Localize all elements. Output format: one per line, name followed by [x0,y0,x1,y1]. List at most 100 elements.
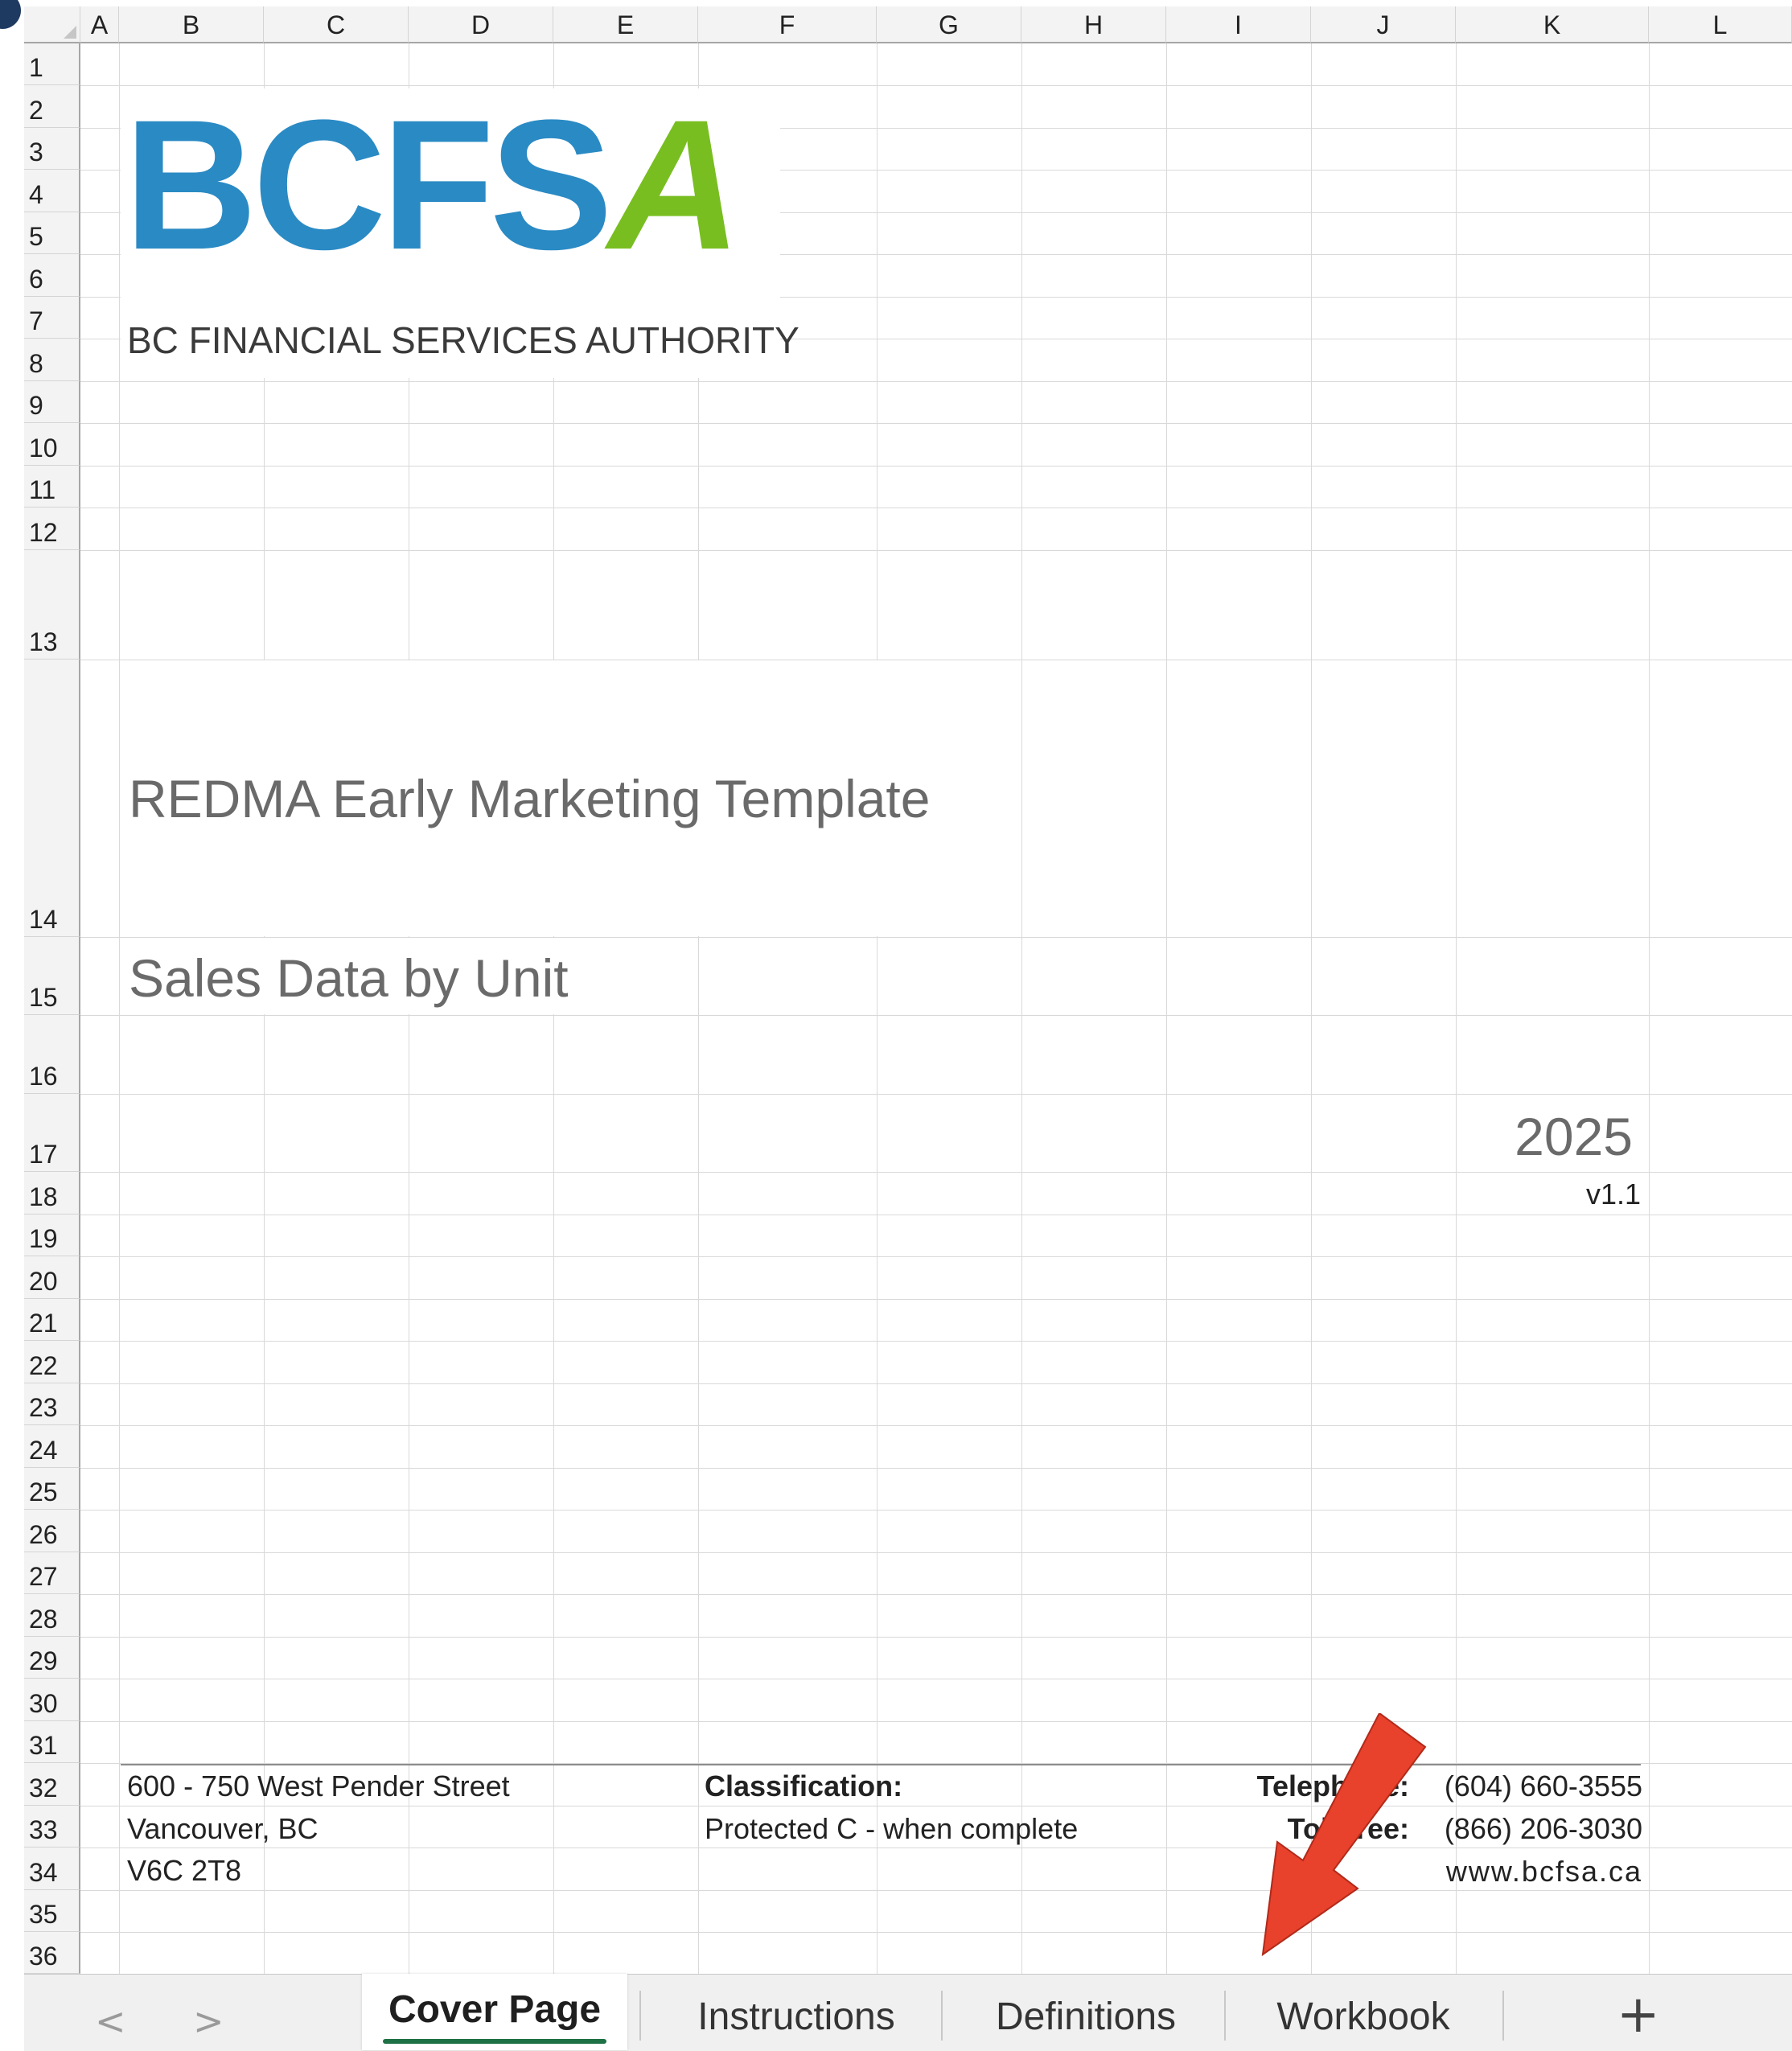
tab-separator [1502,1991,1504,2041]
column-header-i[interactable]: I [1166,6,1311,43]
gridline [80,466,1792,467]
row-header[interactable]: 10 [24,423,80,466]
address-line-3: V6C 2T8 [127,1854,242,1887]
row-header[interactable]: 3 [24,128,80,170]
gridline [80,1637,1792,1638]
gridline [80,1425,1792,1426]
gridline [1456,43,1457,1974]
gridline [1311,43,1312,1974]
row-header[interactable]: 9 [24,381,80,423]
document-subtitle: Sales Data by Unit [129,948,569,1008]
row-header[interactable]: 28 [24,1594,80,1637]
classification-value: Protected C - when complete [705,1812,1079,1845]
gridline [80,1383,1792,1384]
row-header[interactable]: 14 [24,660,80,937]
column-header-h[interactable]: H [1021,6,1166,43]
gridline [1166,43,1167,1974]
gridline [80,1094,1792,1095]
row-header[interactable]: 2 [24,85,80,128]
address-line-2: Vancouver, BC [127,1812,319,1845]
row-header[interactable]: 30 [24,1679,80,1721]
gridline [80,1015,1792,1016]
row-header[interactable]: 7 [24,297,80,339]
row-header[interactable]: 24 [24,1425,80,1468]
tollfree-value: (866) 206-3030 [1444,1812,1642,1845]
column-header-e[interactable]: E [553,6,698,43]
address-line-1: 600 - 750 West Pender Street [127,1769,510,1802]
row-header[interactable]: 1 [24,43,80,85]
row-header[interactable]: 21 [24,1299,80,1341]
row-header[interactable]: 22 [24,1341,80,1383]
row-header[interactable]: 15 [24,937,80,1015]
version-label: v1.1 [1585,1178,1641,1210]
gridline [80,1890,1792,1891]
tab-separator [941,1991,943,2041]
row-header[interactable]: 19 [24,1215,80,1256]
gridline [80,1256,1792,1257]
row-header[interactable]: 27 [24,1552,80,1594]
gridline [80,1299,1792,1300]
column-header-g[interactable]: G [877,6,1021,43]
year-label: 2025 [1515,1107,1633,1166]
row-header[interactable]: 18 [24,1172,80,1215]
select-all-corner[interactable] [24,6,80,43]
gridline [80,1468,1792,1469]
row-header[interactable]: 36 [24,1932,80,1974]
telephone-value: (604) 660-3555 [1444,1769,1642,1802]
add-sheet-icon[interactable]: + [1617,1985,1660,2045]
gridline [80,1721,1792,1722]
column-header-l[interactable]: L [1649,6,1792,43]
tab-instructions[interactable]: Instructions [651,1987,941,2047]
row-header[interactable]: 33 [24,1806,80,1848]
tab-definitions[interactable]: Definitions [949,1987,1223,2047]
gridline [80,1172,1792,1173]
bcfsa-logo: BCFSA BC FINANCIAL SERVICES AUTHORITY [121,81,799,378]
tab-cover-page[interactable]: Cover Page [362,1974,627,2050]
tab-label: Cover Page [388,1988,602,2031]
row-header[interactable]: 25 [24,1468,80,1510]
row-header[interactable]: 32 [24,1763,80,1806]
logo-subtitle: BC FINANCIAL SERVICES AUTHORITY [127,319,799,361]
row-header[interactable]: 11 [24,466,80,508]
classification-label: Classification: [705,1769,903,1802]
column-header-a[interactable]: A [80,6,119,43]
row-header[interactable]: 6 [24,254,80,297]
row-header[interactable]: 31 [24,1721,80,1763]
gridline [80,1594,1792,1595]
tab-workbook[interactable]: Workbook [1231,1987,1496,2047]
partial-circle-badge [0,0,21,29]
gridline [80,423,1792,424]
prev-sheet-icon[interactable]: < [95,2000,126,2043]
column-header-c[interactable]: C [264,6,409,43]
column-header-f[interactable]: F [698,6,877,43]
gridline [877,43,878,1974]
gridline [80,550,1792,551]
gridline [80,1552,1792,1553]
logo-wordmark: BCFSA [124,81,742,288]
row-header[interactable]: 23 [24,1383,80,1425]
gridline [80,1341,1792,1342]
gridline [80,1932,1792,1933]
row-header[interactable]: 16 [24,1015,80,1094]
column-header-d[interactable]: D [409,6,553,43]
next-sheet-icon[interactable]: > [193,2000,224,2043]
gridline [80,1510,1792,1511]
row-header[interactable]: 35 [24,1890,80,1932]
row-header[interactable]: 12 [24,508,80,550]
row-header[interactable]: 34 [24,1848,80,1890]
gridline [80,381,1792,382]
row-header[interactable]: 17 [24,1094,80,1172]
column-header-b[interactable]: B [119,6,264,43]
row-header[interactable]: 20 [24,1256,80,1299]
tab-separator [1224,1991,1226,2041]
column-header-j[interactable]: J [1311,6,1456,43]
row-header[interactable]: 13 [24,550,80,660]
row-header[interactable]: 8 [24,339,80,381]
row-header[interactable]: 4 [24,170,80,212]
row-header[interactable]: 5 [24,212,80,254]
row-header[interactable]: 26 [24,1510,80,1552]
active-tab-indicator [383,2039,606,2044]
spreadsheet-sheet: A B C D E F G H I J K L 1 2 3 4 5 6 7 8 … [0,0,1792,2051]
row-header[interactable]: 29 [24,1637,80,1679]
column-header-k[interactable]: K [1456,6,1649,43]
